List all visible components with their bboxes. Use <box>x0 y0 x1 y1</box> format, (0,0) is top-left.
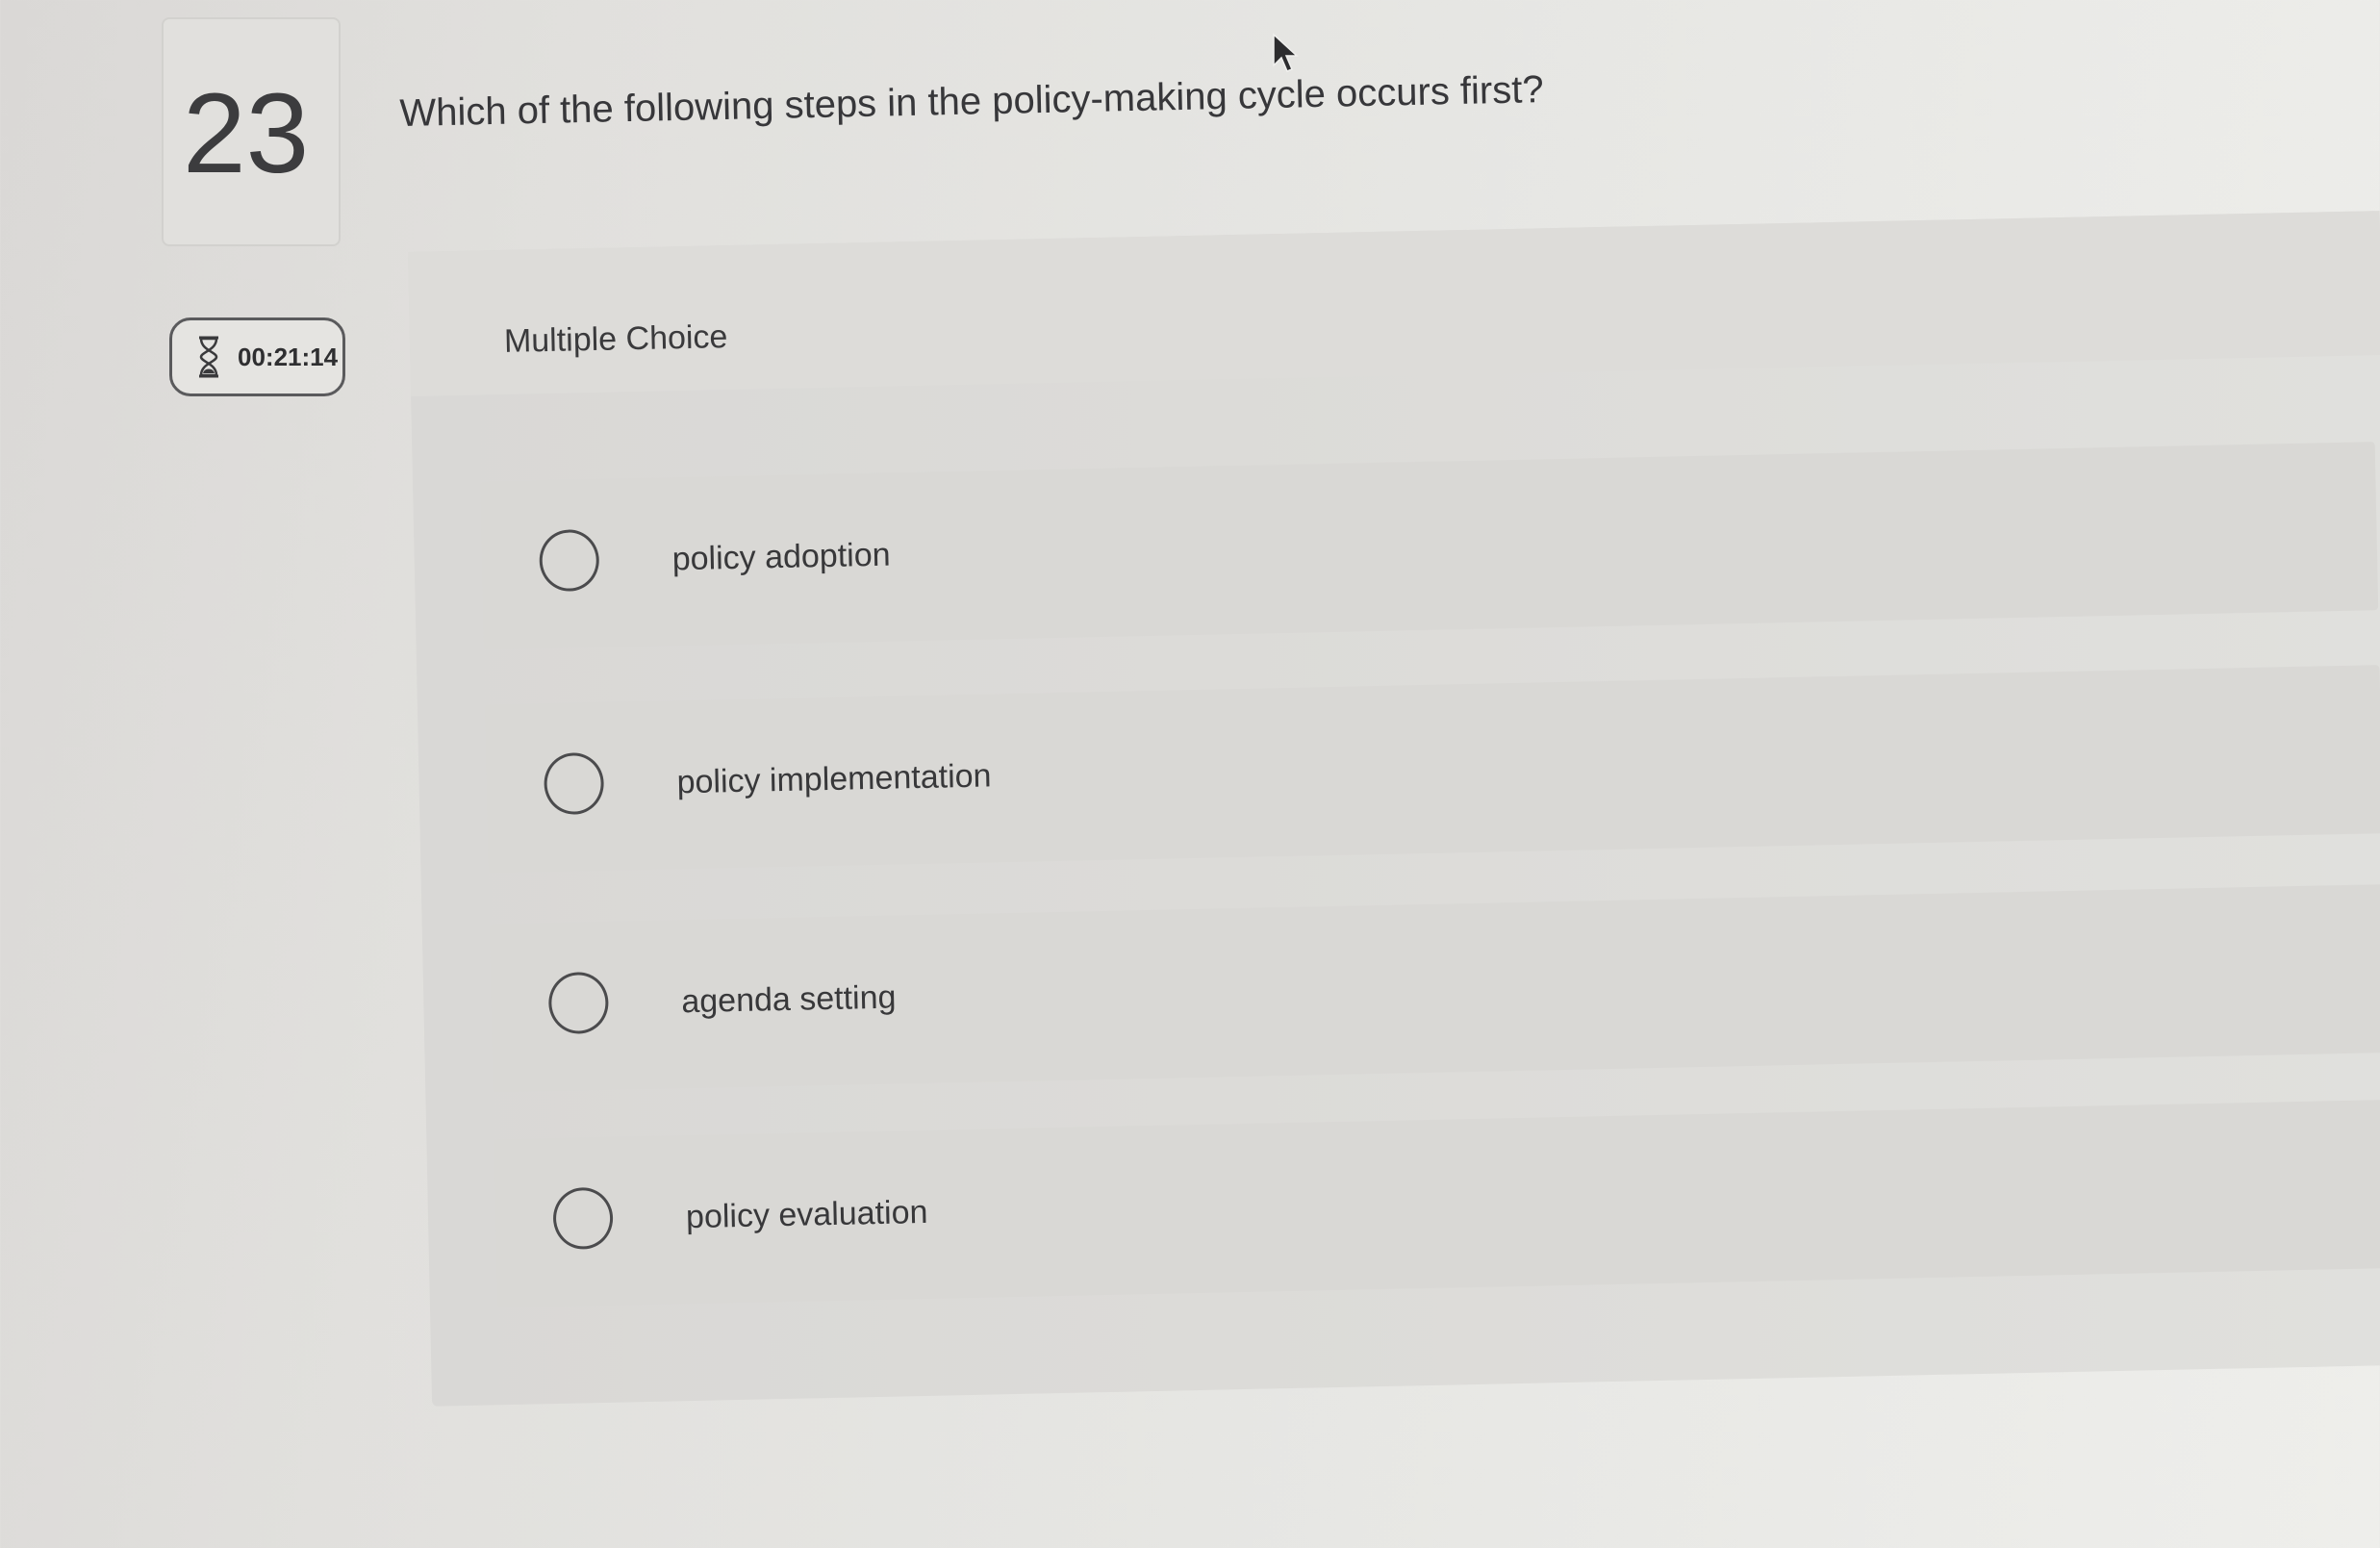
radio-button[interactable] <box>552 1186 614 1251</box>
mouse-cursor-icon <box>1273 33 1299 72</box>
answer-option[interactable]: policy evaluation <box>494 1100 2380 1308</box>
answer-option-label: policy implementation <box>676 757 992 801</box>
timer[interactable]: 00:21:14 <box>169 317 345 396</box>
radio-button[interactable] <box>539 528 600 593</box>
answer-option-label: agenda setting <box>680 978 897 1021</box>
question-text: Which of the following steps in the poli… <box>399 68 1545 135</box>
answer-option[interactable]: policy implementation <box>484 665 2380 874</box>
question-type-label: Multiple Choice <box>503 318 728 360</box>
answer-option-label: policy adoption <box>671 536 891 578</box>
timer-value: 00:21:14 <box>238 342 339 371</box>
radio-button[interactable] <box>543 751 605 816</box>
answer-option[interactable]: policy adoption <box>480 442 2379 650</box>
hourglass-icon <box>199 336 218 378</box>
answer-option-label: policy evaluation <box>685 1193 928 1236</box>
question-panel: Multiple Choice policy adoption policy i… <box>408 211 2380 1407</box>
answer-option[interactable]: agenda setting <box>489 884 2380 1093</box>
radio-button[interactable] <box>547 971 610 1035</box>
panel-header: Multiple Choice <box>408 211 2380 396</box>
question-number: 23 <box>183 70 310 197</box>
